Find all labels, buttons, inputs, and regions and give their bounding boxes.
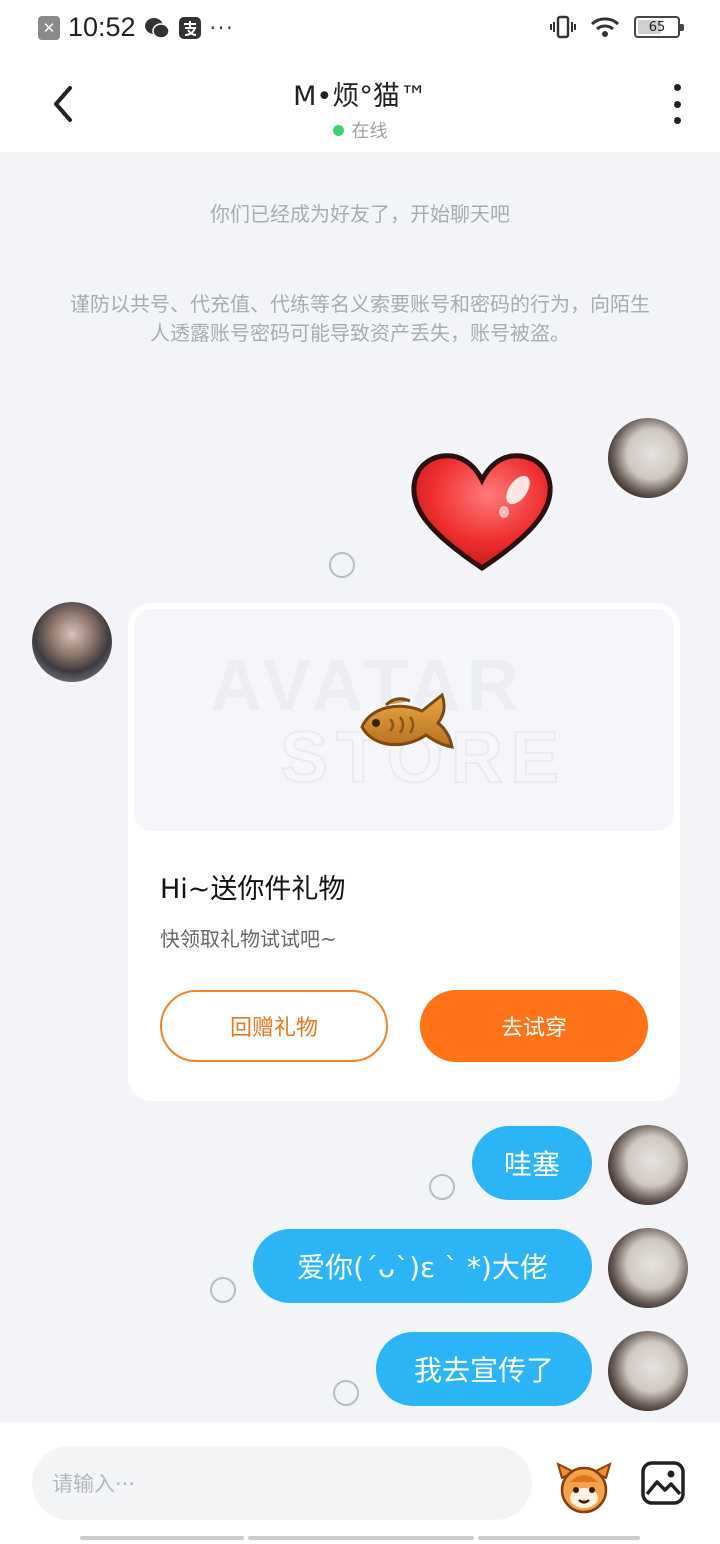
battery-icon: 65 [634,16,684,38]
message-input[interactable]: 请输入··· [32,1446,532,1520]
contact-name: M•烦°猫™ [293,81,427,112]
more-menu-icon[interactable] [670,84,684,124]
emoji-sticker-icon[interactable] [554,1456,614,1516]
return-gift-button[interactable]: 回赠礼物 [160,990,388,1062]
my-avatar[interactable] [608,418,688,498]
friend-notice: 你们已经成为好友了，开始聊天吧 [210,202,510,226]
chat-header: M•烦°猫™ 在线 [0,60,720,152]
battery-level: 65 [648,19,666,35]
gift-title: Hi~送你件礼物 [160,874,346,905]
input-bar: 请输入··· [0,1422,720,1544]
close-x-icon: ✕ [38,15,60,40]
nav-bar-segment [80,1536,244,1540]
header-title-block: M•烦°猫™ 在线 [0,74,720,143]
status-bar-right: 65 [550,14,684,40]
status-bar-left: ✕ 10:52 ··· [38,12,235,43]
my-avatar[interactable] [608,1125,688,1205]
read-receipt-icon [429,1174,455,1200]
online-status-text: 在线 [351,121,388,142]
gift-subtitle: 快领取礼物试试吧~ [160,927,337,951]
image-picker-icon[interactable] [640,1460,686,1506]
contact-avatar[interactable] [32,602,112,682]
gift-card: AVATAR STORE Hi~送你件礼物 快领取礼物试试吧~ 回赠礼物 去试穿 [128,603,680,1101]
message-bubble[interactable]: 爱你(ˊᴗˋ)ε ` *)大佬 [253,1229,592,1303]
fish-gift-icon [360,692,454,749]
message-bubble[interactable]: 我去宣传了 [376,1332,592,1406]
more-dots-icon: ··· [209,15,235,40]
alipay-icon [178,16,201,39]
wifi-icon [590,17,620,37]
nav-bar-segment [248,1536,474,1540]
nav-bar-segment [478,1536,640,1540]
online-status: 在线 [0,117,720,143]
gift-image: AVATAR STORE [134,609,674,831]
status-time: 10:52 [68,12,136,42]
wechat-icon [144,17,170,39]
security-notice: 谨防以共号、代充值、代练等名义索要账号和密码的行为，向陌生人透露账号密码可能导致… [70,292,650,345]
try-on-button[interactable]: 去试穿 [420,990,648,1062]
read-receipt-icon [210,1277,236,1303]
my-avatar[interactable] [608,1331,688,1411]
heart-sticker[interactable] [408,450,556,574]
online-dot-icon [332,124,344,136]
my-avatar[interactable] [608,1228,688,1308]
vibrate-icon [550,15,576,39]
status-bar: ✕ 10:52 ··· 65 [0,0,720,60]
read-receipt-icon [333,1380,359,1406]
read-receipt-icon [329,552,355,578]
message-bubble[interactable]: 哇塞 [472,1126,592,1200]
